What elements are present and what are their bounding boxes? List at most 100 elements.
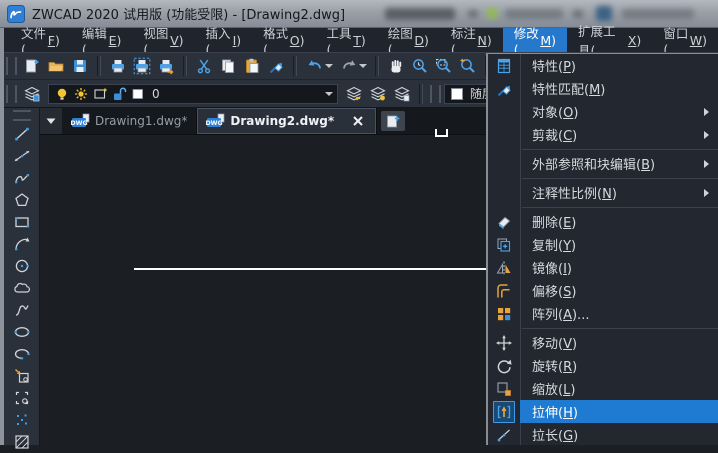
toolbar-grip[interactable] (6, 85, 17, 103)
lengthen-icon (495, 426, 513, 444)
ellipse-arc-icon (13, 345, 31, 363)
toolbar-grip[interactable] (430, 85, 441, 103)
menu-item-l[interactable]: 缩放(L) (488, 377, 718, 400)
submenu-arrow-icon (704, 131, 709, 139)
circle-tool-button[interactable] (10, 255, 34, 277)
zoom-previous-button[interactable] (456, 54, 480, 78)
copy-doc-button[interactable] (216, 54, 240, 78)
chevron-down-icon[interactable] (325, 92, 333, 96)
hatch-tool-button[interactable] (10, 431, 34, 453)
menubar-item-t[interactable]: 工具(T) (316, 28, 377, 52)
insert-block-icon (13, 367, 31, 385)
print-preview-button[interactable] (130, 54, 154, 78)
undo-button[interactable] (302, 54, 336, 78)
pan-button[interactable] (384, 54, 408, 78)
save-button[interactable] (68, 54, 92, 78)
point-tool-button[interactable] (10, 409, 34, 431)
polygon-tool-button[interactable] (10, 189, 34, 211)
menubar-item-i[interactable]: 插入(I) (195, 28, 253, 52)
chevron-down-icon[interactable] (359, 64, 367, 68)
tab-list-button[interactable] (40, 108, 62, 134)
menubar-item-w[interactable]: 窗口(W) (652, 28, 718, 52)
construction-line-tool-button[interactable] (10, 145, 34, 167)
menubar-item-f[interactable]: 文件(F) (10, 28, 71, 52)
layer-isolate-button[interactable] (390, 82, 414, 106)
menubar-item-n[interactable]: 标注(N) (440, 28, 503, 52)
print-button[interactable] (106, 54, 130, 78)
new-tab-button[interactable] (381, 111, 405, 131)
menu-item-b[interactable]: 外部参照和块编辑(B) (488, 152, 718, 175)
menubar-item-v[interactable]: 视图(V) (132, 28, 194, 52)
menu-item-m[interactable]: 特性匹配(M) (488, 77, 718, 100)
print-icon (109, 57, 127, 75)
layer-manager-button[interactable] (20, 82, 44, 106)
plot-button[interactable] (154, 54, 178, 78)
layer-state-button[interactable] (366, 82, 390, 106)
menu-item-e[interactable]: 删除(E) (488, 210, 718, 233)
ellipse-icon (13, 323, 31, 341)
menu-item-i[interactable]: 镜像(I) (488, 256, 718, 279)
open-icon (47, 57, 65, 75)
new-button[interactable] (20, 54, 44, 78)
unlock-icon (110, 85, 128, 103)
menubar-item-o[interactable]: 格式(O) (252, 28, 315, 52)
blurred-item (468, 10, 478, 18)
chevron-down-icon[interactable] (325, 64, 333, 68)
zwcad-logo-icon (7, 5, 25, 23)
menu-item-icon-cell (488, 233, 520, 256)
zoom-window-button[interactable] (432, 54, 456, 78)
menu-item-c[interactable]: 剪裁(C) (488, 123, 718, 146)
zwcad-window: { "titlebar": { "title": "ZWCAD 2020 试用版… (0, 0, 718, 445)
construction-line-icon (13, 147, 31, 165)
menu-item-n[interactable]: 注释性比例(N) (488, 181, 718, 204)
menu-item-g[interactable]: 拉长(G) (488, 423, 718, 445)
paste-button[interactable] (240, 54, 264, 78)
menu-item-icon-cell (488, 377, 520, 400)
copy-doc-icon (219, 57, 237, 75)
menu-item-icon-cell (488, 256, 520, 279)
menu-item-v[interactable]: 移动(V) (488, 331, 718, 354)
line-tool-button[interactable] (10, 123, 34, 145)
rectangle-icon (13, 213, 31, 231)
arc-tool-button[interactable] (10, 233, 34, 255)
polyline-tool-button[interactable] (10, 167, 34, 189)
close-tab-button[interactable] (349, 112, 367, 130)
spline-tool-button[interactable] (10, 299, 34, 321)
ellipse-tool-button[interactable] (10, 321, 34, 343)
format-painter-icon (267, 57, 285, 75)
insert-block-tool-button[interactable] (10, 365, 34, 387)
menu-item-h[interactable]: 拉伸(H) (488, 400, 718, 423)
layer-prev-icon (345, 85, 363, 103)
toolbar-grip[interactable] (6, 57, 17, 75)
revision-cloud-tool-button[interactable] (10, 277, 34, 299)
toolbar-grip[interactable] (13, 110, 31, 121)
menubar-item-m[interactable]: 修改(M) (503, 28, 567, 52)
menu-item-a[interactable]: 阵列(A)... (488, 302, 718, 325)
open-button[interactable] (44, 54, 68, 78)
layer-prev-button[interactable] (342, 82, 366, 106)
menu-item-y[interactable]: 复制(Y) (488, 233, 718, 256)
make-block-tool-button[interactable] (10, 387, 34, 409)
document-tab-2[interactable]: DWGDrawing2.dwg* (197, 108, 377, 134)
layer-isolate-icon (393, 85, 411, 103)
menu-item-s[interactable]: 偏移(S) (488, 279, 718, 302)
ellipse-arc-tool-button[interactable] (10, 343, 34, 365)
tab-label: Drawing2.dwg* (230, 114, 334, 128)
layer-combobox[interactable]: 0 (48, 84, 338, 104)
menubar-item-d[interactable]: 绘图(D) (377, 28, 440, 52)
cut-button[interactable] (192, 54, 216, 78)
menu-item-r[interactable]: 旋转(R) (488, 354, 718, 377)
format-painter-button[interactable] (264, 54, 288, 78)
menu-item-label: 拉长(G) (532, 425, 578, 444)
menu-item-p[interactable]: 特性(P) (488, 54, 718, 77)
zoom-realtime-button[interactable] (408, 54, 432, 78)
document-tab-1[interactable]: DWGDrawing1.dwg* (62, 108, 197, 134)
drawn-line[interactable] (134, 268, 486, 270)
menu-item-icon-cell (488, 400, 520, 423)
rectangle-tool-button[interactable] (10, 211, 34, 233)
menubar-item-e[interactable]: 编辑(E) (71, 28, 133, 52)
blurred-item (622, 9, 694, 19)
menu-item-o[interactable]: 对象(O) (488, 100, 718, 123)
menubar-item-x[interactable]: 扩展工具(X) (567, 28, 652, 52)
redo-button[interactable] (336, 54, 370, 78)
